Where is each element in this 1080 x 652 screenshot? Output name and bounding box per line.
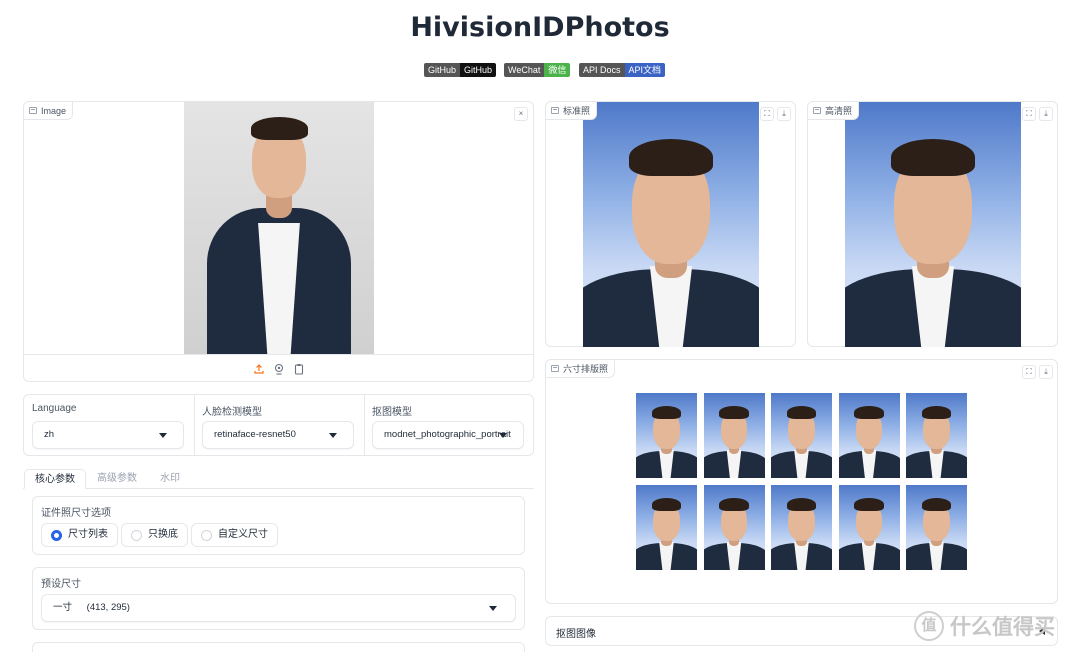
fullscreen-icon[interactable]: ⛶: [1022, 107, 1036, 121]
app-title: HivisionIDPhotos: [410, 12, 670, 43]
layout-thumbnail: [906, 393, 967, 478]
language-value: zh: [44, 429, 55, 440]
github-badge[interactable]: GitHub GitHub: [424, 63, 497, 77]
wechat-badge[interactable]: WeChat 微信: [504, 63, 571, 77]
webcam-icon[interactable]: [273, 363, 285, 375]
download-icon[interactable]: ⤓: [1039, 107, 1053, 121]
api-docs-badge[interactable]: API Docs API文档: [579, 63, 666, 77]
upload-icon[interactable]: [253, 363, 265, 375]
input-image-label: Image: [24, 102, 74, 120]
image-source-bar: [24, 354, 533, 382]
layout-thumbnail: [771, 393, 832, 478]
image-icon: [551, 365, 559, 372]
input-image-panel[interactable]: Image ×: [23, 101, 534, 382]
preset-size-dims: (413, 295): [86, 602, 130, 613]
matting-model-value: modnet_photographic_portrait: [384, 429, 511, 440]
layout-thumbnail: [906, 485, 967, 570]
radio-change-bg-only[interactable]: 只换底: [121, 523, 188, 547]
radio-dot: [51, 530, 62, 541]
preset-size-select[interactable]: 一寸 (413, 295): [41, 594, 516, 622]
matting-model-select[interactable]: modnet_photographic_portrait: [372, 421, 524, 449]
layout-thumbnail: [838, 485, 900, 570]
tab-core-params[interactable]: 核心参数: [24, 469, 86, 489]
matting-image-label: 抠图图像: [556, 629, 596, 640]
github-badge-left: GitHub: [424, 63, 461, 77]
preset-size-value: 一寸: [53, 602, 73, 613]
chevron-down-icon: [159, 433, 167, 438]
language-select[interactable]: zh: [32, 421, 184, 449]
standard-photo-panel: 标准照 ⛶ ⤓: [545, 101, 796, 347]
wechat-badge-right: 微信: [544, 63, 571, 77]
tab-advanced-params[interactable]: 高级参数: [97, 469, 137, 489]
image-icon: [551, 107, 559, 114]
api-docs-badge-right: API文档: [624, 63, 666, 77]
image-icon: [29, 107, 37, 114]
preset-size-label: 预设尺寸: [41, 579, 81, 590]
image-icon: [813, 107, 821, 114]
layout-thumbnail: [636, 485, 697, 570]
layout-thumbnail: [703, 393, 765, 478]
tab-watermark[interactable]: 水印: [160, 469, 180, 489]
layout-thumbnail: [703, 485, 765, 570]
face-model-select[interactable]: retinaface-resnet50: [202, 421, 354, 449]
hd-photo-panel: 高清照 ⛶ ⤓: [807, 101, 1058, 347]
radio-custom-size[interactable]: 自定义尺寸: [191, 523, 278, 547]
chevron-down-icon: [499, 433, 507, 438]
github-badge-right: GitHub: [460, 63, 497, 77]
standard-photo-image: [583, 102, 759, 347]
watermark-logo: 值: [914, 611, 944, 641]
standard-photo-label: 标准照: [546, 102, 598, 120]
face-model-label: 人脸检测模型: [202, 407, 262, 418]
layout-thumbnail: [838, 393, 900, 478]
radio-dot: [201, 530, 212, 541]
download-icon[interactable]: ⤓: [777, 107, 791, 121]
site-watermark: 值 什么值得买: [914, 611, 1055, 641]
fullscreen-icon[interactable]: ⛶: [760, 107, 774, 121]
download-icon[interactable]: ⤓: [1039, 365, 1053, 379]
chevron-down-icon: [489, 606, 497, 611]
wechat-badge-left: WeChat: [504, 63, 545, 77]
watermark-text: 什么值得买: [950, 616, 1055, 639]
fullscreen-icon[interactable]: ⛶: [1022, 365, 1036, 379]
api-docs-badge-left: API Docs: [579, 63, 625, 77]
layout-photo-panel: 六寸排版照 ⛶ ⤓: [545, 359, 1058, 604]
radio-dot: [131, 530, 142, 541]
chevron-down-icon: [329, 433, 337, 438]
input-portrait-image: [184, 102, 374, 354]
hd-photo-image: [845, 102, 1021, 347]
language-label: Language: [32, 403, 77, 414]
hd-photo-label: 高清照: [808, 102, 860, 120]
matting-model-label: 抠图模型: [372, 407, 412, 418]
face-model-value: retinaface-resnet50: [214, 429, 296, 440]
radio-size-list[interactable]: 尺寸列表: [41, 523, 118, 547]
layout-thumbnail: [771, 485, 832, 570]
size-options-label: 证件照尺寸选项: [41, 508, 111, 519]
next-option-group: [32, 642, 525, 652]
layout-thumbnail: [636, 393, 697, 478]
layout-photo-label: 六寸排版照: [546, 360, 616, 378]
close-icon[interactable]: ×: [514, 107, 528, 121]
clipboard-icon[interactable]: [293, 363, 305, 375]
